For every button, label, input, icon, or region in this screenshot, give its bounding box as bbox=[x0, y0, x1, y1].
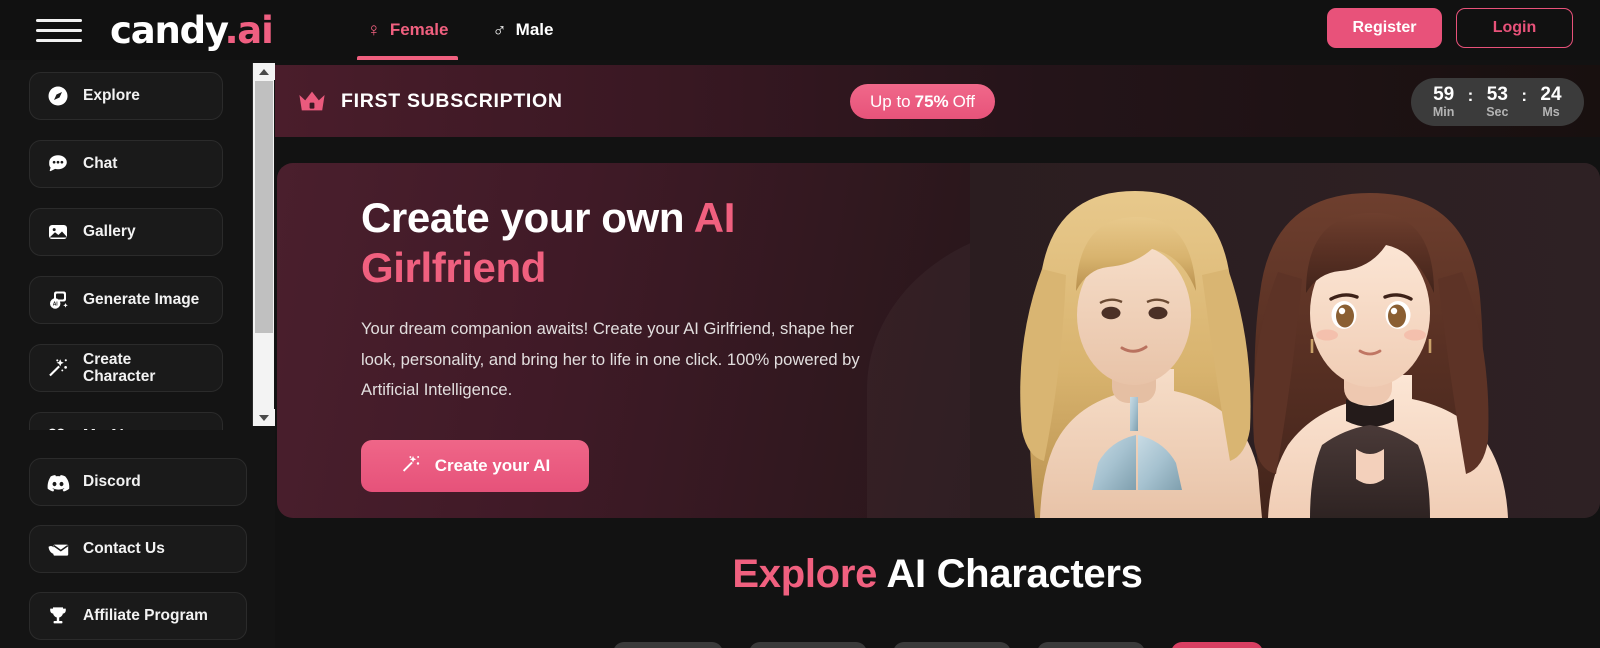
svg-text:AI: AI bbox=[53, 302, 59, 308]
filter-pill[interactable] bbox=[748, 642, 867, 648]
top-header: candy.ai ♀ Female ♂ Male Register Login bbox=[0, 0, 1600, 60]
contact-mail-icon bbox=[46, 537, 70, 561]
countdown-timer: 59 Min : 53 Sec : 24 Ms bbox=[1410, 78, 1584, 126]
timer-milliseconds: 24 Ms bbox=[1534, 85, 1568, 120]
scrollbar-down-arrow-icon[interactable] bbox=[253, 409, 275, 426]
filter-pill[interactable] bbox=[1036, 642, 1145, 648]
discord-icon bbox=[46, 470, 70, 494]
magic-wand-icon bbox=[400, 453, 422, 480]
sidebar-item-contact-us[interactable]: Contact Us bbox=[29, 525, 247, 573]
explore-heading-highlight: Explore bbox=[732, 552, 878, 596]
timer-minutes-value: 59 bbox=[1433, 84, 1455, 106]
hero-description: Your dream companion awaits! Create your… bbox=[361, 319, 860, 400]
hero-title-highlight2: Girlfriend bbox=[361, 243, 547, 291]
tab-male[interactable]: ♂ Male bbox=[470, 0, 575, 60]
hero-title-highlight1: AI bbox=[693, 194, 736, 241]
badge-suffix: Off bbox=[952, 91, 976, 111]
filter-pill[interactable] bbox=[892, 642, 1011, 648]
chat-bubble-icon bbox=[46, 152, 70, 176]
sidebar-item-label: Chat bbox=[83, 155, 118, 173]
register-button[interactable]: Register bbox=[1327, 8, 1442, 48]
sidebar-item-create-character[interactable]: Create Character bbox=[29, 344, 223, 392]
promo-banner: FIRST SUBSCRIPTION Up to 75% Off 59 Min … bbox=[275, 65, 1600, 137]
promo-discount-badge[interactable]: Up to 75% Off bbox=[850, 84, 996, 119]
hamburger-menu-icon[interactable] bbox=[36, 13, 82, 47]
sidebar-item-label: Discord bbox=[83, 473, 141, 491]
hero-title-part1: Create your own bbox=[361, 194, 694, 241]
logo-text-accent: .ai bbox=[224, 8, 273, 52]
filter-pill-active[interactable] bbox=[1170, 642, 1263, 648]
compass-icon bbox=[46, 84, 70, 108]
sidebar-item-label: Generate Image bbox=[83, 291, 200, 309]
create-your-ai-label: Create your AI bbox=[434, 456, 551, 476]
main-content: FIRST SUBSCRIPTION Up to 75% Off 59 Min … bbox=[275, 60, 1600, 648]
sidebar-item-label: Create Character bbox=[83, 350, 156, 385]
sidebar-item-label: Explore bbox=[83, 87, 140, 105]
character-filter-row bbox=[275, 642, 1600, 648]
timer-milliseconds-label: Ms bbox=[1542, 104, 1560, 119]
timer-minutes: 59 Min bbox=[1427, 85, 1461, 120]
site-logo[interactable]: candy.ai bbox=[110, 8, 274, 52]
timer-minutes-label: Min bbox=[1432, 104, 1455, 119]
scrollbar-thumb[interactable] bbox=[255, 81, 273, 333]
sidebar-bottom-section: Discord Contact Us Affiliate Program bbox=[0, 430, 275, 648]
filter-pill[interactable] bbox=[612, 642, 723, 648]
hero-text-block: Create your own AI Girlfriend Your dream … bbox=[361, 193, 891, 493]
female-gender-icon: ♀ bbox=[366, 19, 381, 41]
timer-seconds-label: Sec bbox=[1486, 104, 1509, 119]
sidebar-scrollbar[interactable] bbox=[252, 63, 275, 426]
hero-title: Create your own AI Girlfriend bbox=[361, 193, 891, 292]
tab-female-label: Female bbox=[389, 20, 449, 39]
sidebar-item-discord[interactable]: Discord bbox=[29, 458, 247, 506]
trophy-icon bbox=[46, 604, 70, 628]
timer-separator: : bbox=[1467, 85, 1474, 105]
gender-tabs: ♀ Female ♂ Male bbox=[345, 0, 576, 60]
sidebar-item-chat[interactable]: Chat bbox=[29, 140, 223, 188]
timer-seconds: 53 Sec bbox=[1480, 85, 1514, 120]
sidebar-item-generate-image[interactable]: AI Generate Image bbox=[29, 276, 223, 324]
sidebar-item-my-ai[interactable]: My AI bbox=[29, 412, 223, 430]
image-icon bbox=[46, 220, 70, 244]
hero-banner: Create your own AI Girlfriend Your dream … bbox=[277, 163, 1600, 518]
app-root: candy.ai ♀ Female ♂ Male Register Login bbox=[0, 0, 1600, 648]
badge-value: 75% bbox=[914, 91, 949, 111]
sidebar-item-label: Gallery bbox=[83, 223, 136, 241]
tab-female[interactable]: ♀ Female bbox=[345, 0, 471, 60]
timer-seconds-value: 53 bbox=[1486, 84, 1508, 106]
tab-male-label: Male bbox=[515, 20, 554, 39]
sidebar-item-affiliate-program[interactable]: Affiliate Program bbox=[29, 592, 247, 640]
explore-heading-rest: AI Characters bbox=[877, 552, 1143, 596]
explore-section-heading: Explore AI Characters bbox=[275, 552, 1600, 597]
timer-milliseconds-value: 24 bbox=[1540, 84, 1562, 106]
sidebar-item-gallery[interactable]: Gallery bbox=[29, 208, 223, 256]
promo-left: FIRST SUBSCRIPTION bbox=[297, 88, 563, 114]
magic-wand-icon bbox=[46, 356, 70, 380]
sidebar-item-explore[interactable]: Explore bbox=[29, 72, 223, 120]
hero-characters-image bbox=[970, 163, 1600, 518]
scrollbar-up-arrow-icon[interactable] bbox=[253, 63, 275, 80]
sidebar-item-label: Contact Us bbox=[83, 540, 165, 558]
crown-icon bbox=[297, 88, 327, 114]
login-button[interactable]: Login bbox=[1456, 8, 1573, 48]
logo-text-main: candy bbox=[110, 8, 226, 52]
sidebar-scroll-area: Explore Chat Gallery AI Generate Image C… bbox=[0, 60, 251, 430]
create-your-ai-button[interactable]: Create your AI bbox=[361, 440, 589, 493]
promo-title: FIRST SUBSCRIPTION bbox=[341, 89, 563, 112]
male-gender-icon: ♂ bbox=[492, 19, 507, 41]
badge-prefix: Up to bbox=[870, 91, 911, 111]
left-sidebar: Explore Chat Gallery AI Generate Image C… bbox=[0, 60, 275, 648]
sidebar-item-label: Affiliate Program bbox=[83, 607, 208, 625]
header-actions: Register Login bbox=[1327, 8, 1573, 48]
generate-image-icon: AI bbox=[46, 288, 70, 312]
timer-separator: : bbox=[1521, 85, 1527, 105]
